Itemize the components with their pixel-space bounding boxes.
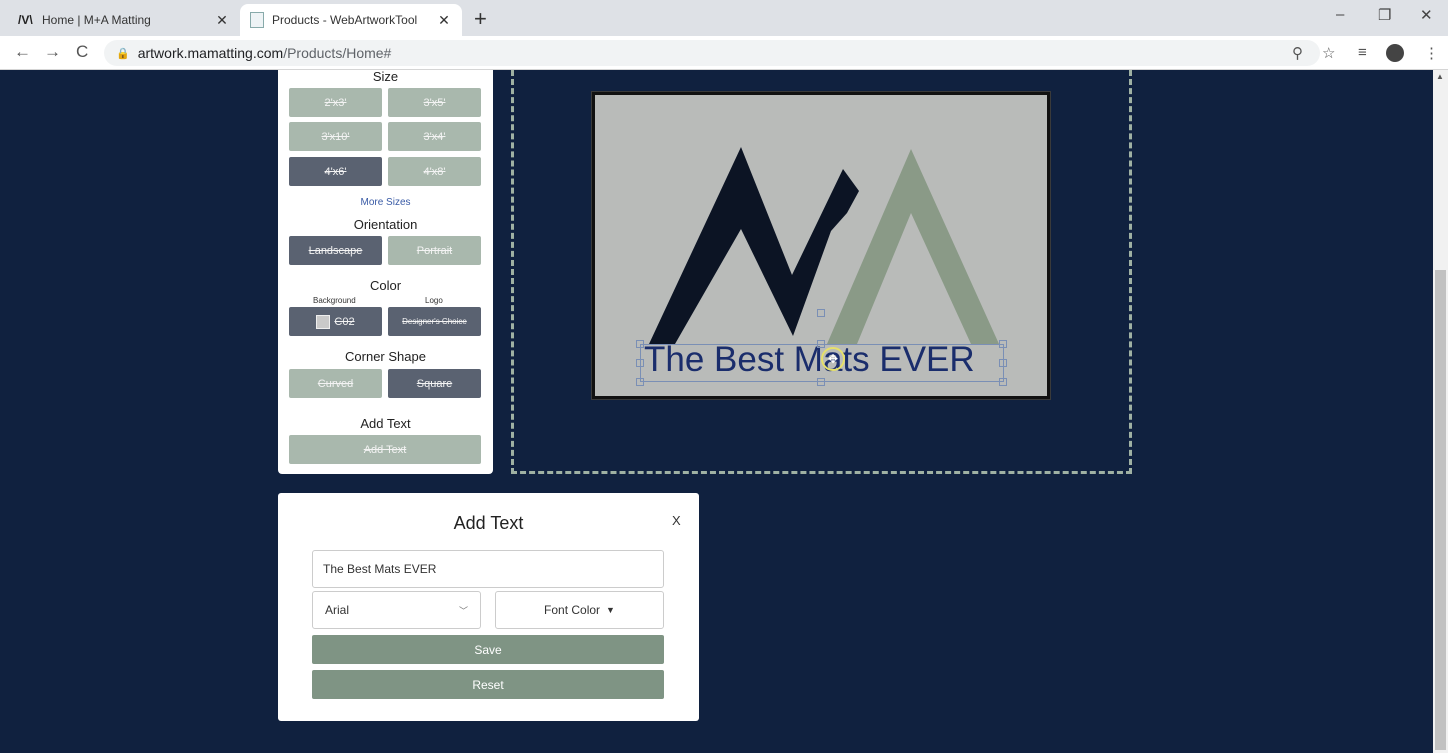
zoom-icon[interactable]: ⚲	[1292, 44, 1303, 62]
resize-handle[interactable]	[999, 340, 1007, 348]
resize-handle[interactable]	[999, 359, 1007, 367]
text-input[interactable]	[312, 550, 664, 588]
scrollbar-thumb[interactable]	[1435, 270, 1446, 750]
dialog-close-button[interactable]: X	[672, 513, 681, 528]
scroll-up-icon[interactable]: ▲	[1436, 72, 1444, 81]
document-icon	[250, 12, 264, 28]
background-color-button[interactable]: C02	[289, 307, 382, 336]
back-icon[interactable]: ←	[14, 42, 31, 62]
media-control-icon[interactable]: ≡	[1358, 44, 1367, 61]
font-select[interactable]: Arial ﹀	[312, 591, 481, 629]
forward-icon[interactable]: →	[44, 42, 61, 62]
size-option[interactable]: 2'x3'	[289, 88, 382, 117]
window-close-icon[interactable]: ✕	[1420, 6, 1433, 24]
logo-label: Logo	[425, 296, 443, 305]
tab-title: Products - WebArtworkTool	[272, 13, 418, 27]
url-host: artwork.mamatting.com	[137, 45, 284, 61]
size-option[interactable]: 3'x5'	[388, 88, 481, 117]
add-text-title: Add Text	[360, 416, 411, 431]
chevron-down-icon: ﹀	[458, 605, 468, 616]
lock-icon: 🔒	[116, 47, 130, 60]
url-path: /Products/Home#	[283, 45, 392, 61]
background-label: Background	[313, 296, 356, 305]
font-select-value: Arial	[325, 603, 350, 617]
browser-tab-strip: /V\ Home | M+A Matting ✕ Products - WebA…	[0, 0, 1448, 36]
corner-curved-button[interactable]: Curved	[289, 369, 382, 398]
resize-handle[interactable]	[636, 359, 644, 367]
options-panel: Size 2'x3' 3'x5' 3'x10' 3'x4' 4'x6' 4'x8…	[278, 69, 493, 474]
size-title: Size	[372, 69, 399, 84]
background-color-value: C02	[334, 315, 355, 328]
resize-handle[interactable]	[817, 340, 825, 348]
orientation-portrait-button[interactable]: Portrait	[388, 236, 481, 265]
color-title: Color	[369, 278, 402, 293]
url-field[interactable]: 🔒 artwork.mamatting.com /Products/Home#	[104, 40, 1320, 66]
size-option[interactable]: 3'x4'	[388, 122, 481, 151]
rotate-handle[interactable]	[817, 309, 825, 317]
resize-handle[interactable]	[999, 378, 1007, 386]
add-text-button[interactable]: Add Text	[289, 435, 481, 464]
font-color-dropdown[interactable]: Font Color ▼	[495, 591, 664, 629]
resize-handle[interactable]	[817, 378, 825, 386]
size-option[interactable]: 3'x10'	[289, 122, 382, 151]
logo-color-button[interactable]: Designer's Choice	[388, 307, 481, 336]
tab-home[interactable]: /V\ Home | M+A Matting ✕	[8, 4, 240, 36]
profile-avatar-icon[interactable]	[1386, 44, 1404, 62]
minimize-icon[interactable]: –	[1336, 6, 1344, 23]
size-option[interactable]: 4'x8'	[388, 157, 481, 186]
resize-handle[interactable]	[636, 378, 644, 386]
page-scrollbar[interactable]: ▲	[1433, 70, 1448, 753]
tab-products[interactable]: Products - WebArtworkTool ✕	[240, 4, 462, 36]
corner-shape-title: Corner Shape	[345, 349, 426, 364]
corner-square-button[interactable]: Square	[388, 369, 481, 398]
orientation-title: Orientation	[353, 217, 418, 232]
color-swatch	[316, 314, 331, 329]
size-option-selected[interactable]: 4'x6'	[289, 157, 382, 186]
save-button[interactable]: Save	[312, 635, 664, 664]
more-sizes-link[interactable]: More Sizes	[278, 197, 493, 208]
star-icon[interactable]: ☆	[1322, 44, 1335, 62]
add-text-dialog: Add Text X Arial ﹀ Font Color ▼ Save Res…	[278, 493, 699, 721]
move-cursor-icon: ✥	[821, 347, 845, 371]
browser-menu-icon[interactable]: ⋮	[1424, 44, 1439, 62]
new-tab-icon[interactable]: +	[474, 6, 487, 32]
ma-logo-icon: /V\	[18, 13, 33, 27]
reload-icon[interactable]: C	[76, 42, 88, 62]
restore-icon[interactable]: ❐	[1378, 6, 1391, 24]
tab-title: Home | M+A Matting	[42, 13, 151, 27]
orientation-landscape-button[interactable]: Landscape	[289, 236, 382, 265]
tab-close-icon[interactable]: ✕	[214, 12, 230, 29]
reset-button[interactable]: Reset	[312, 670, 664, 699]
font-color-label: Font Color	[544, 603, 601, 617]
dialog-title: Add Text	[453, 513, 524, 533]
resize-handle[interactable]	[636, 340, 644, 348]
tab-close-icon[interactable]: ✕	[436, 12, 452, 29]
address-bar: ← → C 🔒 artwork.mamatting.com /Products/…	[0, 36, 1448, 70]
caret-down-icon: ▼	[606, 605, 615, 615]
